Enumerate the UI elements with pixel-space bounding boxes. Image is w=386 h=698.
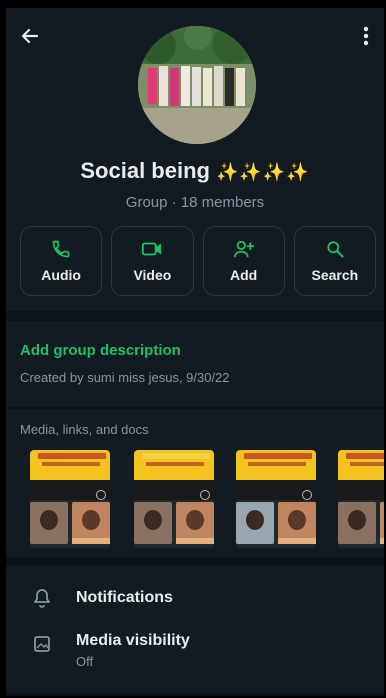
search-icon	[327, 241, 344, 258]
add-member-button[interactable]: Add	[202, 226, 285, 296]
video-label: Video	[133, 267, 172, 283]
group-name[interactable]: Social being ✨✨✨✨	[6, 158, 384, 184]
media-links-docs-header[interactable]: Media, links, and docs	[20, 422, 149, 437]
action-buttons: Audio Video Add Search	[20, 226, 376, 296]
notifications-row[interactable]: Notifications	[6, 574, 384, 622]
notifications-label: Notifications	[76, 589, 173, 606]
bell-icon	[30, 586, 54, 610]
audio-label: Audio	[41, 267, 81, 283]
audio-call-button[interactable]: Audio	[20, 226, 103, 296]
media-thumbnail[interactable]	[134, 450, 214, 548]
group-member-count: Group · 18 members	[125, 194, 265, 211]
back-arrow-icon	[21, 28, 39, 44]
add-label: Add	[230, 267, 258, 283]
video-camera-icon	[142, 242, 162, 256]
search-button[interactable]: Search	[293, 226, 376, 296]
group-photo-image	[138, 26, 256, 144]
media-thumbnail[interactable]	[236, 450, 316, 548]
search-label: Search	[311, 267, 359, 283]
media-thumbnails	[26, 450, 384, 550]
add-person-icon	[233, 240, 254, 258]
media-thumbnail[interactable]	[338, 450, 384, 548]
more-vertical-icon	[363, 26, 369, 46]
group-info-screen: Social being ✨✨✨✨ Group · 18 members Audi…	[6, 8, 384, 696]
image-icon	[30, 632, 54, 656]
group-avatar[interactable]	[138, 26, 256, 144]
sparkles-emoji: ✨✨✨✨	[215, 162, 310, 182]
media-visibility-row[interactable]: Media visibility Off	[6, 624, 384, 684]
created-by-text: Created by sumi miss jesus, 9/30/22	[20, 370, 230, 385]
video-call-button[interactable]: Video	[111, 226, 194, 296]
media-thumbnail[interactable]	[30, 450, 110, 548]
media-visibility-label: Media visibility	[76, 632, 190, 649]
add-group-description-link[interactable]: Add group description	[20, 342, 181, 359]
description-section	[6, 321, 384, 407]
phone-icon	[52, 240, 70, 258]
group-name-text: Social being	[80, 158, 210, 183]
back-button[interactable]	[16, 22, 44, 50]
more-options-button[interactable]	[354, 22, 378, 50]
media-visibility-value: Off	[76, 654, 94, 669]
